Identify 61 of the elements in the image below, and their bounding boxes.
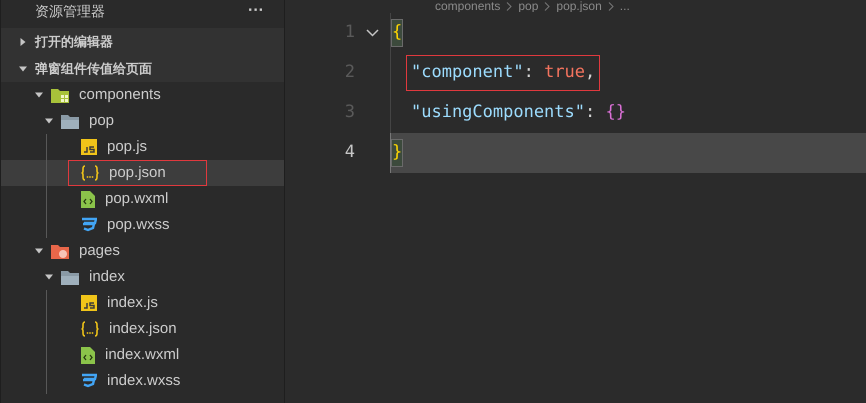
tree-item[interactable]: pop.wxss <box>1 212 284 238</box>
folder-icon <box>61 114 79 128</box>
expanded-chevron-icon[interactable] <box>35 91 43 99</box>
js-file-icon <box>81 295 97 311</box>
code-token: true <box>544 61 586 84</box>
code-token: { <box>391 19 404 47</box>
breadcrumb-item[interactable]: ... <box>620 0 630 12</box>
file-name: pop.json <box>109 162 166 183</box>
fold-chevron-icon[interactable] <box>366 29 379 37</box>
expanded-chevron-icon[interactable] <box>19 64 27 72</box>
expanded-chevron-icon[interactable] <box>45 117 53 125</box>
code-token: {} <box>605 101 626 124</box>
file-name: pop.wxss <box>107 214 170 235</box>
chevron-right-icon <box>544 2 550 10</box>
section-header[interactable]: 打开的编辑器 <box>1 28 284 55</box>
code-token: } <box>391 139 404 167</box>
more-button[interactable]: ··· <box>248 3 264 19</box>
file-name: index <box>89 266 125 287</box>
code-token: "component" <box>411 61 524 84</box>
tree-item[interactable]: index <box>1 264 284 290</box>
collapsed-chevron-icon[interactable] <box>19 38 27 46</box>
tree-item[interactable]: pop.json <box>1 160 284 186</box>
file-name: index.js <box>107 292 158 313</box>
tree-item[interactable]: index.js <box>1 290 284 316</box>
chevron-right-icon <box>506 2 512 10</box>
tree-item[interactable]: pop.js <box>1 134 284 160</box>
folder-icon <box>51 88 69 102</box>
tree-item[interactable]: pages <box>1 238 284 264</box>
tree-item[interactable]: index.json <box>1 316 284 342</box>
file-name: pages <box>79 240 120 261</box>
file-name: index.wxml <box>105 344 180 365</box>
file-name: index.wxss <box>107 370 180 391</box>
expanded-chevron-icon[interactable] <box>35 247 43 255</box>
file-name: pop.wxml <box>105 188 168 209</box>
json-file-icon <box>81 165 99 181</box>
chevron-right-icon <box>608 2 614 10</box>
file-name: pop.js <box>107 136 148 157</box>
code-token: , <box>585 61 596 84</box>
tree-item[interactable]: pop <box>1 108 284 134</box>
code-token: : <box>585 101 596 124</box>
json-file-icon <box>81 321 99 337</box>
code-token: : <box>524 61 535 84</box>
expanded-chevron-icon[interactable] <box>45 273 53 281</box>
tree-item[interactable]: index.wxml <box>1 342 284 368</box>
css-file-icon <box>81 373 97 389</box>
wxml-file-icon <box>81 190 95 208</box>
sidebar-title: 资源管理器 <box>35 2 105 20</box>
line-number: 4 <box>344 141 355 164</box>
folder-icon <box>51 244 69 258</box>
file-name: components <box>79 84 161 105</box>
wxml-file-icon <box>81 346 95 364</box>
section-header[interactable]: 弹窗组件传值给页面 <box>1 55 284 82</box>
css-file-icon <box>81 217 97 233</box>
file-name: pop <box>89 110 114 131</box>
folder-icon <box>61 270 79 284</box>
tree-item[interactable]: pop.wxml <box>1 186 284 212</box>
file-name: index.json <box>109 318 177 339</box>
js-file-icon <box>81 139 97 155</box>
code-token: "usingComponents" <box>411 101 585 124</box>
tree-item[interactable]: index.wxss <box>1 368 284 394</box>
tree-item[interactable]: components <box>1 82 284 108</box>
